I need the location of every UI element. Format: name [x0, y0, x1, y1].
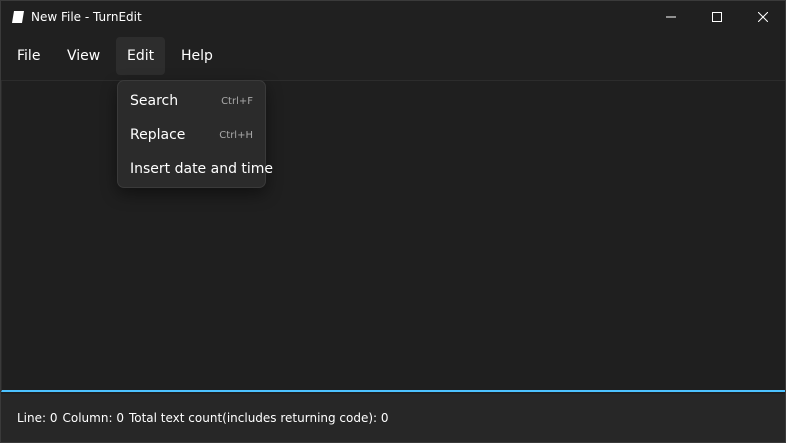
title-bar[interactable]: New File - TurnEdit	[1, 1, 785, 33]
app-icon	[11, 9, 25, 23]
menu-view[interactable]: View	[56, 37, 111, 75]
minimize-icon	[666, 16, 676, 18]
menu-item-shortcut: Ctrl+H	[219, 129, 253, 141]
maximize-icon	[712, 12, 722, 22]
menu-item-replace[interactable]: Replace Ctrl+H	[122, 119, 261, 151]
menu-edit[interactable]: Edit	[116, 37, 166, 75]
menu-item-shortcut: Ctrl+F	[221, 95, 253, 107]
window-title: New File - TurnEdit	[31, 10, 142, 24]
menu-item-search[interactable]: Search Ctrl+F	[122, 85, 261, 117]
status-column: Column: 0	[62, 411, 124, 425]
menu-file[interactable]: File	[6, 37, 51, 75]
menu-bar: File View Edit Help	[1, 33, 785, 81]
menu-item-label: Insert date and time	[130, 161, 274, 177]
app-window: New File - TurnEdit File View Edit Help …	[0, 0, 786, 443]
edit-menu-dropdown: Search Ctrl+F Replace Ctrl+H Insert date…	[117, 80, 273, 188]
status-total-count: Total text count(includes returning code…	[128, 411, 389, 425]
menu-help[interactable]: Help	[170, 37, 224, 75]
menu-item-label: Search	[130, 93, 179, 109]
status-bar: Line: 0 Column: 0 Total text count(inclu…	[1, 394, 785, 442]
close-icon	[758, 12, 768, 22]
menu-item-label: Replace	[130, 127, 186, 143]
minimize-button[interactable]	[648, 1, 694, 33]
status-line: Line: 0	[17, 411, 58, 425]
close-button[interactable]	[740, 1, 786, 33]
maximize-button[interactable]	[694, 1, 740, 33]
menu-item-insert-date-time[interactable]: Insert date and time	[122, 153, 273, 185]
